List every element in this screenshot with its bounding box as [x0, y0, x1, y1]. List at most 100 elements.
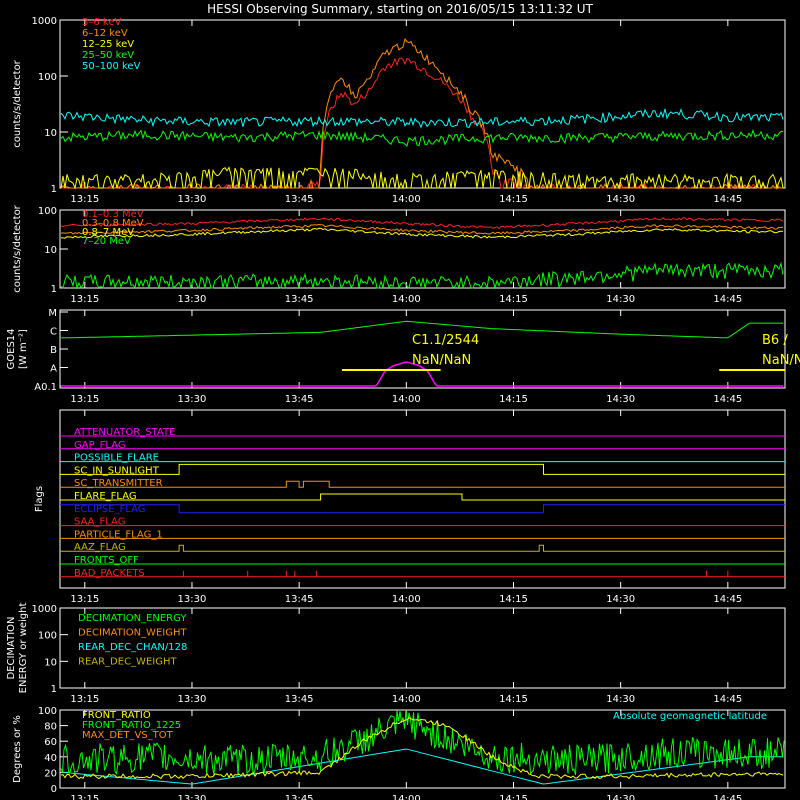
x-tick-label: 13:30: [178, 294, 207, 305]
x-tick-label: 14:30: [606, 394, 635, 405]
y-tick-label: 20: [44, 768, 57, 779]
y-axis-label: counts/s/detector: [12, 59, 23, 147]
legend-entry: 7–20 MeV: [82, 236, 131, 247]
x-tick-label: 14:00: [392, 394, 421, 405]
x-tick-label: 13:15: [70, 194, 99, 205]
legend-entry: DECIMATION_ENERGY: [78, 613, 187, 624]
x-tick-label: 14:00: [392, 194, 421, 205]
legend-entry: 50–100 keV: [82, 61, 141, 72]
y-tick-label: 1: [51, 284, 57, 295]
x-tick-label: 14:45: [713, 694, 742, 705]
x-tick-label: 14:00: [392, 594, 421, 605]
x-tick-label: 14:45: [713, 394, 742, 405]
y-axis-label: ENERGY or weight: [18, 603, 29, 694]
y-axis-label: Degrees or %: [12, 715, 23, 783]
x-tick-label: 13:30: [178, 594, 207, 605]
x-tick-label: 14:30: [606, 594, 635, 605]
x-tick-label: 13:45: [285, 594, 314, 605]
x-tick-label: 14:15: [499, 294, 528, 305]
y-tick-label: A0.1: [34, 382, 57, 393]
y-axis-label: GOES14: [6, 328, 17, 369]
x-tick-label: 14:30: [606, 294, 635, 305]
x-tick-label: 14:15: [499, 694, 528, 705]
legend-entry: 3–6 keV: [82, 17, 121, 28]
y-tick-label: 100: [38, 72, 57, 83]
y-tick-label: 1000: [32, 604, 57, 615]
series-line-2: [60, 166, 784, 190]
x-tick-label: 13:45: [285, 294, 314, 305]
x-tick-label: 13:30: [178, 194, 207, 205]
goes-annotation: C1.1/2544: [412, 333, 479, 348]
legend-entry: 6–12 keV: [82, 28, 128, 39]
y-axis-unit: [W m⁻²]: [18, 329, 29, 369]
y-axis-label: counts/s/detector: [12, 204, 23, 292]
hessi-summary-chart: HESSI Observing Summary, starting on 201…: [6, 2, 800, 800]
x-tick-label: 13:15: [70, 594, 99, 605]
x-tick-label: 13:15: [70, 794, 99, 800]
x-tick-label: 13:45: [285, 694, 314, 705]
legend-entry: REAR_DEC_CHAN/128: [78, 642, 187, 653]
x-tick-label: 14:00: [392, 794, 421, 800]
x-tick-label: 14:00: [392, 294, 421, 305]
x-tick-label: 14:45: [713, 294, 742, 305]
x-tick-label: 14:00: [392, 694, 421, 705]
x-tick-label: 13:45: [285, 794, 314, 800]
y-axis-label: DECIMATION: [6, 616, 17, 679]
x-tick-label: 13:45: [285, 394, 314, 405]
y-tick-label: 100: [38, 706, 57, 717]
x-tick-label: 13:15: [70, 294, 99, 305]
y-tick-label: 1: [51, 184, 57, 195]
x-tick-label: 13:15: [70, 394, 99, 405]
goes-annotation: B6 /: [762, 333, 788, 348]
flag-line-4: [60, 480, 785, 488]
goes-annotation: NaN/N: [762, 353, 800, 368]
y-tick-label: 10: [44, 245, 57, 256]
legend-entry: 12–25 keV: [82, 39, 134, 50]
series-line-1: [60, 37, 783, 190]
chart-title: HESSI Observing Summary, starting on 201…: [207, 2, 593, 16]
y-tick-label: 60: [44, 737, 57, 748]
y-tick-label: 40: [44, 753, 57, 764]
x-tick-label: 14:45: [713, 194, 742, 205]
series-line-3: [60, 128, 784, 147]
y-tick-label: B: [50, 345, 57, 356]
panel-frame-3: [59, 309, 786, 389]
flag-line-9: [60, 544, 785, 552]
x-tick-label: 14:45: [713, 594, 742, 605]
y-tick-label: 10: [44, 657, 57, 668]
x-tick-label: 14:30: [606, 694, 635, 705]
series-line-hi-2: [60, 227, 784, 239]
x-tick-label: 13:45: [285, 194, 314, 205]
y-axis-label: Flags: [34, 486, 45, 512]
series-line-hi-0: [60, 217, 784, 230]
y-tick-label: 100: [38, 631, 57, 642]
y-tick-label: 80: [44, 722, 57, 733]
legend-entry: 25–50 keV: [82, 50, 134, 61]
y-tick-label: C: [50, 327, 57, 338]
x-tick-label: 14:30: [606, 194, 635, 205]
y-tick-label: 100: [38, 206, 57, 217]
ratio-line-3: [61, 748, 783, 785]
legend-entry: DECIMATION_WEIGHT: [78, 628, 187, 639]
x-tick-label: 14:15: [499, 394, 528, 405]
flag-line-5: [60, 493, 785, 501]
x-tick-label: 14:30: [606, 794, 635, 800]
x-tick-label: 14:15: [499, 594, 528, 605]
legend-entry: MAX_DET_VS_TOT: [82, 730, 174, 741]
x-tick-label: 14:45: [713, 794, 742, 800]
x-tick-label: 13:30: [178, 694, 207, 705]
x-tick-label: 14:15: [499, 194, 528, 205]
series-line-hi-3: [60, 261, 784, 290]
goes-annotation: NaN/NaN: [412, 353, 471, 368]
geomag-label: Absolute geomagnetic latitude: [613, 711, 767, 722]
x-tick-label: 13:15: [70, 694, 99, 705]
flag-line-3: [60, 463, 785, 475]
legend-entry: REAR_DEC_WEIGHT: [78, 657, 177, 668]
flag-line-6: [60, 504, 785, 514]
series-line-4: [60, 108, 784, 129]
flag-label: ECLIPSE_FLAG: [74, 504, 145, 515]
x-tick-label: 13:30: [178, 394, 207, 405]
panel-frame-2: [59, 209, 786, 289]
y-tick-label: 0: [51, 784, 57, 795]
panel-frame-1: [59, 19, 786, 189]
